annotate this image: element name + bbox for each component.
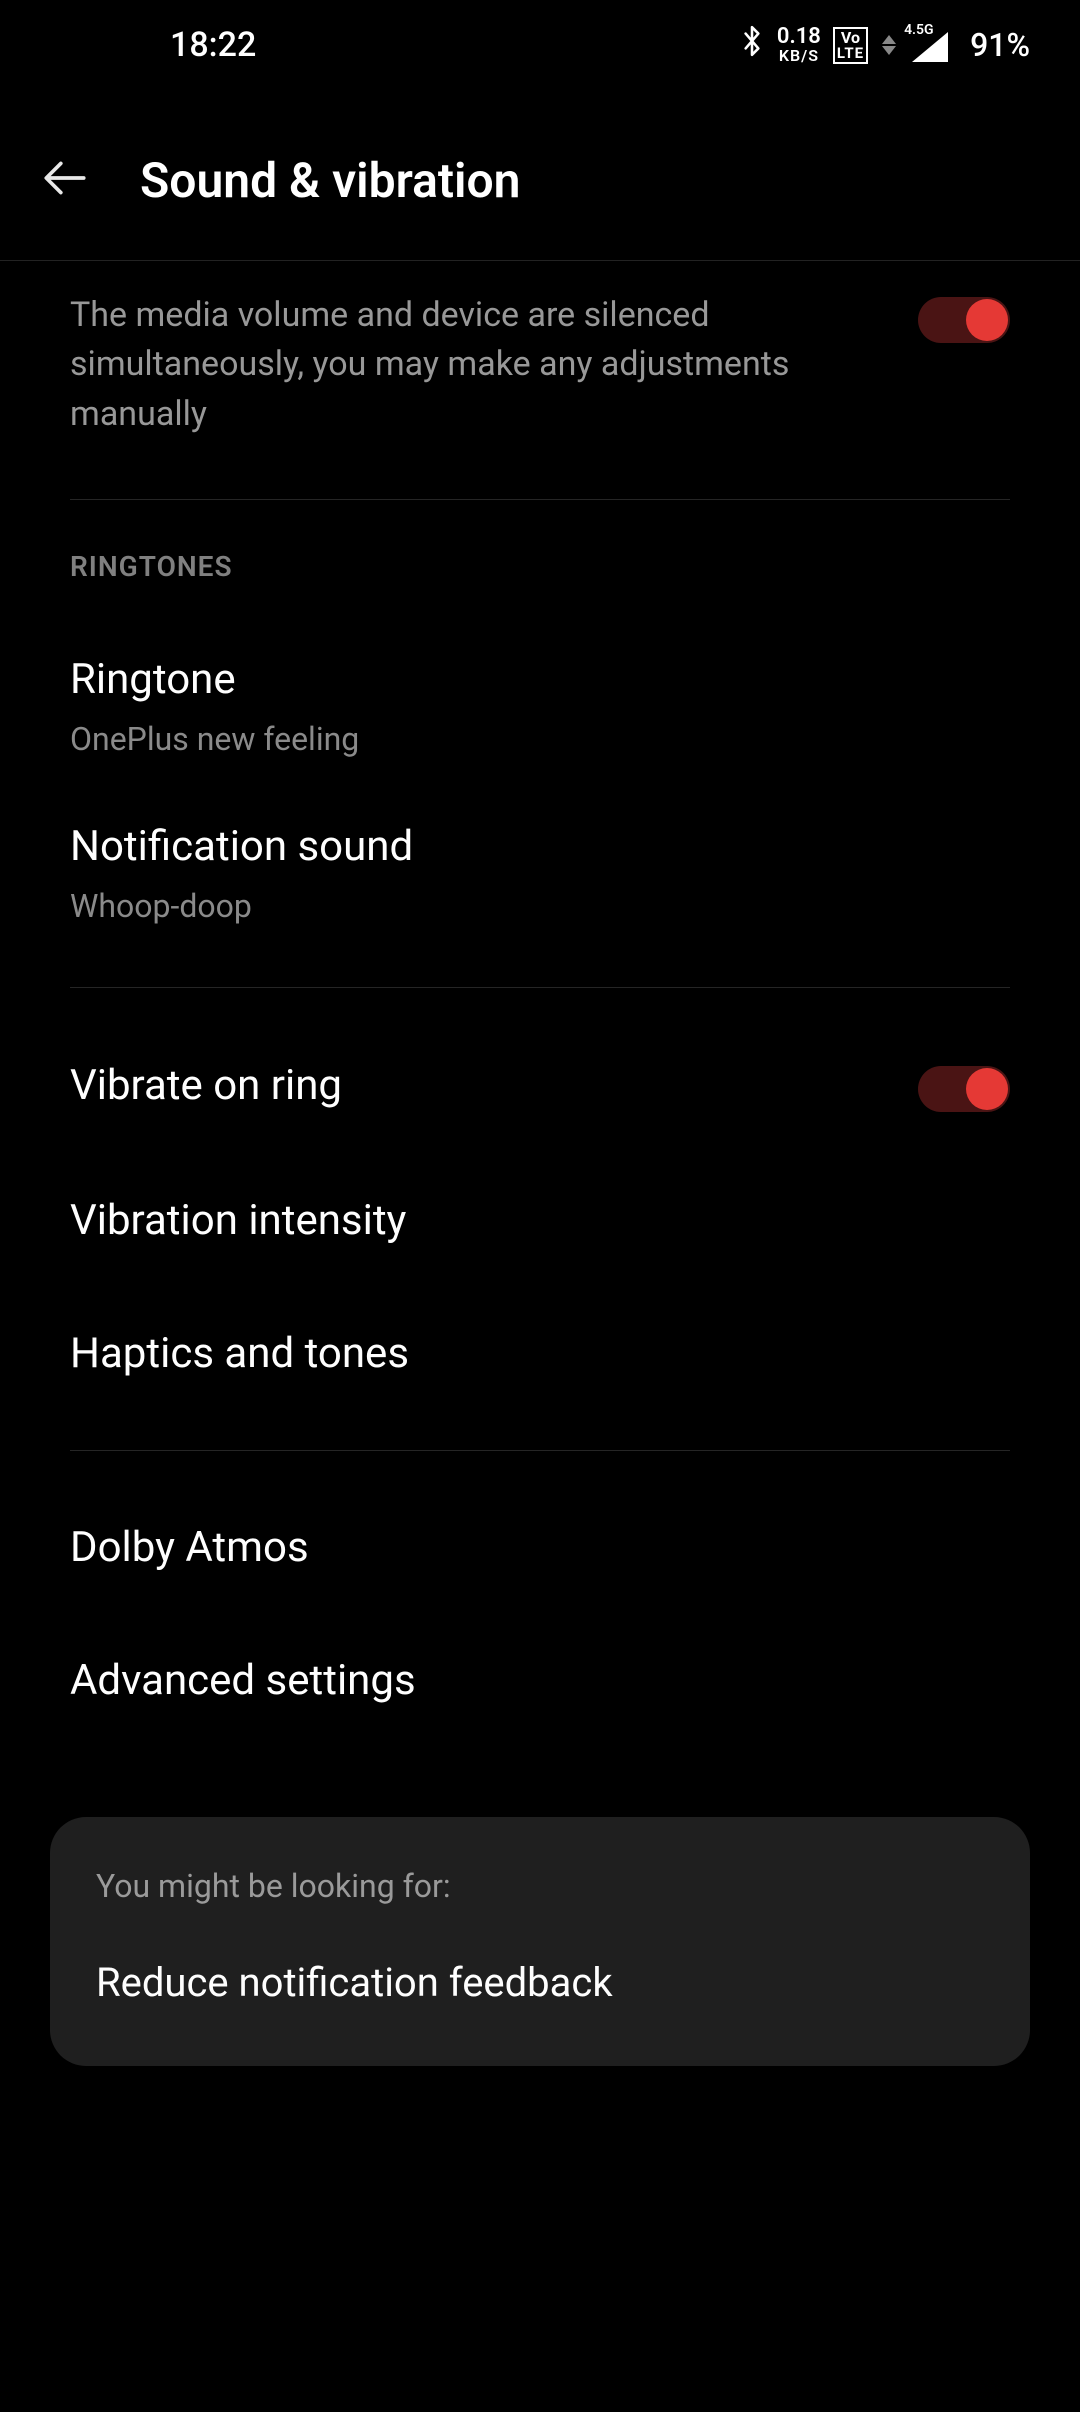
divider bbox=[70, 499, 1010, 500]
volte-icon: Vo LTE bbox=[833, 27, 868, 64]
notification-sound-value: Whoop-doop bbox=[70, 887, 1010, 925]
data-rate-value: 0.18 bbox=[777, 26, 821, 48]
vibrate-on-ring-title: Vibrate on ring bbox=[70, 1061, 342, 1110]
status-right: 0.18 KB/S Vo LTE 4.5G 91% bbox=[739, 24, 1030, 66]
suggestion-hint: You might be looking for: bbox=[96, 1867, 984, 1905]
mute-media-row[interactable]: The media volume and device are silenced… bbox=[70, 261, 1010, 469]
advanced-settings-item[interactable]: Advanced settings bbox=[70, 1614, 1010, 1747]
data-rate: 0.18 KB/S bbox=[777, 26, 821, 64]
haptics-tones-title: Haptics and tones bbox=[70, 1329, 1010, 1378]
battery-percentage: 91% bbox=[970, 26, 1030, 64]
back-button[interactable] bbox=[40, 153, 90, 207]
mute-media-description: The media volume and device are silenced… bbox=[70, 291, 878, 439]
ringtone-item[interactable]: Ringtone OnePlus new feeling bbox=[70, 623, 1010, 790]
data-rate-unit: KB/S bbox=[779, 48, 819, 64]
vibration-intensity-item[interactable]: Vibration intensity bbox=[70, 1154, 1010, 1287]
vibration-intensity-title: Vibration intensity bbox=[70, 1196, 1010, 1245]
vibrate-on-ring-toggle[interactable] bbox=[918, 1066, 1010, 1112]
suggestion-item[interactable]: Reduce notification feedback bbox=[96, 1959, 984, 2006]
app-bar: Sound & vibration bbox=[0, 120, 1080, 240]
section-header-ringtones: RINGTONES bbox=[70, 550, 1010, 583]
page-title: Sound & vibration bbox=[140, 152, 520, 209]
suggestion-card: You might be looking for: Reduce notific… bbox=[50, 1817, 1030, 2066]
bluetooth-icon bbox=[739, 24, 765, 66]
status-bar: 18:22 0.18 KB/S Vo LTE 4.5G 91% bbox=[0, 0, 1080, 90]
ringtone-title: Ringtone bbox=[70, 655, 1010, 704]
mute-media-toggle[interactable] bbox=[918, 297, 1010, 343]
notification-sound-item[interactable]: Notification sound Whoop-doop bbox=[70, 790, 1010, 957]
divider bbox=[70, 1450, 1010, 1451]
advanced-settings-title: Advanced settings bbox=[70, 1656, 1010, 1705]
haptics-tones-item[interactable]: Haptics and tones bbox=[70, 1287, 1010, 1420]
dolby-atmos-item[interactable]: Dolby Atmos bbox=[70, 1481, 1010, 1614]
status-time: 18:22 bbox=[170, 25, 256, 65]
divider bbox=[70, 987, 1010, 988]
data-arrows-icon bbox=[882, 35, 896, 55]
dolby-atmos-title: Dolby Atmos bbox=[70, 1523, 1010, 1572]
signal-icon: 4.5G bbox=[908, 28, 948, 62]
notification-sound-title: Notification sound bbox=[70, 822, 1010, 871]
ringtone-value: OnePlus new feeling bbox=[70, 720, 1010, 758]
vibrate-on-ring-item[interactable]: Vibrate on ring bbox=[70, 1018, 1010, 1154]
